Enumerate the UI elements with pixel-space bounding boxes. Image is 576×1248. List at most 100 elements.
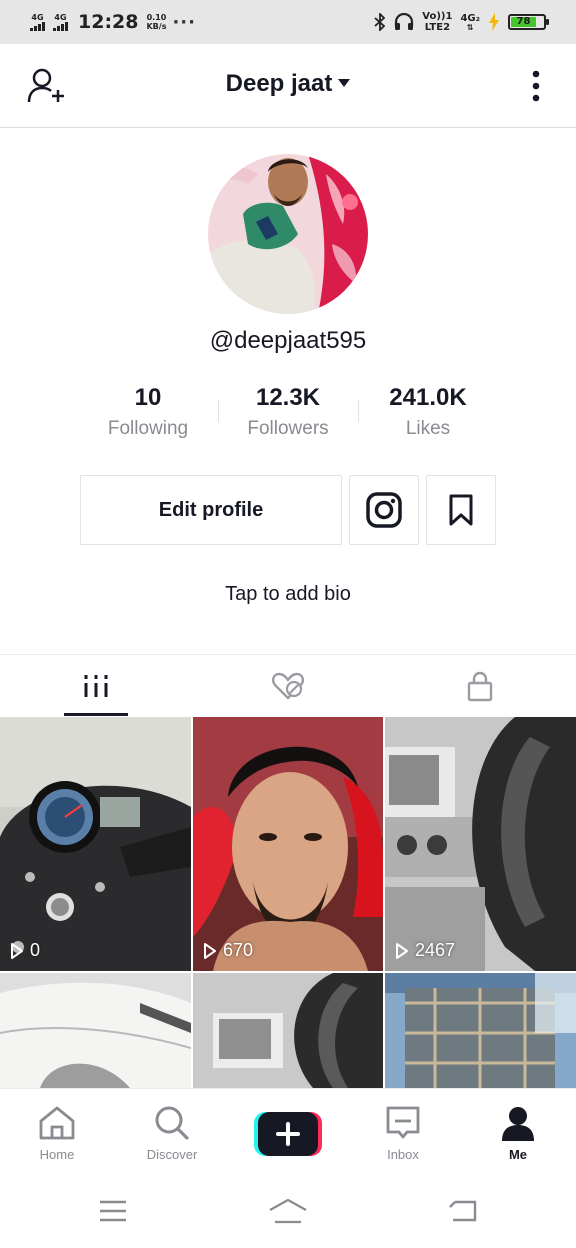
signal-bars-icon [30,22,45,31]
stat-label: Followers [247,418,329,439]
username: @deepjaat595 [209,327,367,354]
stat-likes[interactable]: 241.0K Likes [358,382,498,444]
status-icons: Vo))1 LTE2 4G₂ ⇅ 78 [374,0,549,44]
profile-stats: 10 Following 12.3K Followers 241.0K Like… [78,382,498,446]
nav-label: Home [39,1147,75,1162]
battery-level: 78 [511,17,536,27]
plus-icon [254,1112,322,1156]
network-speed: 0.10 KB/s [146,13,166,31]
system-navigation-bar [0,1174,576,1248]
signal-bars-icon [53,22,68,31]
add-bio-link[interactable]: Tap to add bio [0,583,576,606]
nav-me[interactable]: Me [470,1089,566,1175]
volte-bottom: LTE2 [424,22,451,33]
tab-liked[interactable] [192,655,384,717]
stat-following[interactable]: 10 Following [78,382,218,444]
tab-videos[interactable] [0,655,192,717]
profile-screen: 4G 4G 12:28 0.10 KB/s ··· Vo))1 LTE2 4G₂… [0,0,576,1248]
play-icon [11,942,23,959]
video-thumbnail[interactable]: 2467 [385,717,576,971]
volte-top: Vo))1 [422,11,453,22]
video-thumbnail[interactable]: 670 [193,717,383,971]
data-arrows-icon: ⇅ [466,22,474,32]
nav-inbox[interactable]: Inbox [355,1089,451,1175]
view-count-value: 2467 [415,940,456,960]
edit-profile-button[interactable]: Edit profile [80,475,342,545]
menu-icon [100,1200,126,1222]
stat-label: Likes [405,418,451,439]
back-icon [449,1200,477,1222]
favorites-button[interactable] [426,475,496,545]
avatar-photo [208,154,368,314]
account-switcher[interactable]: Deep jaat [0,70,576,98]
play-icon [204,942,216,959]
speed-value: 0.10 [146,13,167,22]
nav-discover[interactable]: Discover [124,1089,220,1175]
headphones-icon [395,13,414,30]
thumbnail-image [0,973,191,1088]
search-icon [155,1106,189,1140]
videos-grid-icon [84,675,108,697]
content-tabs [0,654,576,716]
thumbnail-image [193,973,383,1088]
status-bar: 4G 4G 12:28 0.10 KB/s ··· Vo))1 LTE2 4G₂… [0,0,576,44]
video-grid: 0 670 2467 [0,717,576,1088]
bookmark-icon [449,494,473,526]
stat-label: Following [107,418,189,439]
caret-down-icon [338,78,351,87]
nav-home[interactable]: Home [9,1089,105,1175]
battery-icon: 78 [508,14,549,30]
speed-unit: KB/s [146,22,167,31]
system-back-button[interactable] [443,1196,483,1226]
video-thumbnail[interactable] [0,973,191,1088]
video-thumbnail[interactable] [385,973,576,1088]
view-count-value: 670 [223,940,254,960]
view-count: 670 [203,940,253,961]
clock: 12:28 [78,11,139,33]
bottom-navigation: Home Discover Inbox Me [0,1088,576,1174]
more-options-button[interactable] [516,66,556,106]
bluetooth-icon [374,13,386,31]
nav-label: Me [508,1147,528,1162]
instagram-icon [366,492,402,528]
thumbnail-image [385,717,576,971]
stat-followers[interactable]: 12.3K Followers [218,382,358,444]
tab-private[interactable] [384,655,576,717]
home-outline-icon [269,1198,307,1224]
network-type: 4G₂ ⇅ [460,13,480,32]
sim1-label: 4G [31,13,44,22]
sim1-signal: 4G [30,13,45,31]
profile-icon [502,1107,534,1141]
charging-icon [489,13,499,31]
view-count: 0 [10,940,40,961]
view-count: 2467 [395,940,455,961]
thumbnail-image [0,717,191,971]
instagram-button[interactable] [349,475,419,545]
lock-icon [467,671,493,702]
volte-indicator: Vo))1 LTE2 [422,11,452,33]
play-icon [396,942,408,959]
liked-hidden-icon [271,672,305,700]
stat-value: 12.3K [255,384,321,411]
stat-value: 241.0K [389,384,467,411]
network-top: 4G₂ [460,12,480,24]
avatar[interactable] [208,154,368,314]
system-home-button[interactable] [268,1196,308,1226]
stat-value: 10 [134,384,162,411]
profile-header: Deep jaat [0,44,576,128]
create-video-button[interactable] [254,1112,322,1156]
recent-apps-button[interactable] [93,1196,133,1226]
active-tab-indicator [64,713,128,716]
thumbnail-image [193,717,383,971]
more-vertical-icon [532,70,540,102]
nav-label: Inbox [387,1147,419,1162]
home-icon [39,1106,75,1140]
account-name: Deep jaat [225,70,333,97]
sim2-label: 4G [54,13,67,22]
video-thumbnail[interactable]: 0 [0,717,191,971]
notification-overflow: ··· [172,11,196,33]
view-count-value: 0 [30,940,41,960]
thumbnail-image [385,973,576,1088]
video-thumbnail[interactable] [193,973,383,1088]
nav-label: Discover [146,1147,198,1162]
